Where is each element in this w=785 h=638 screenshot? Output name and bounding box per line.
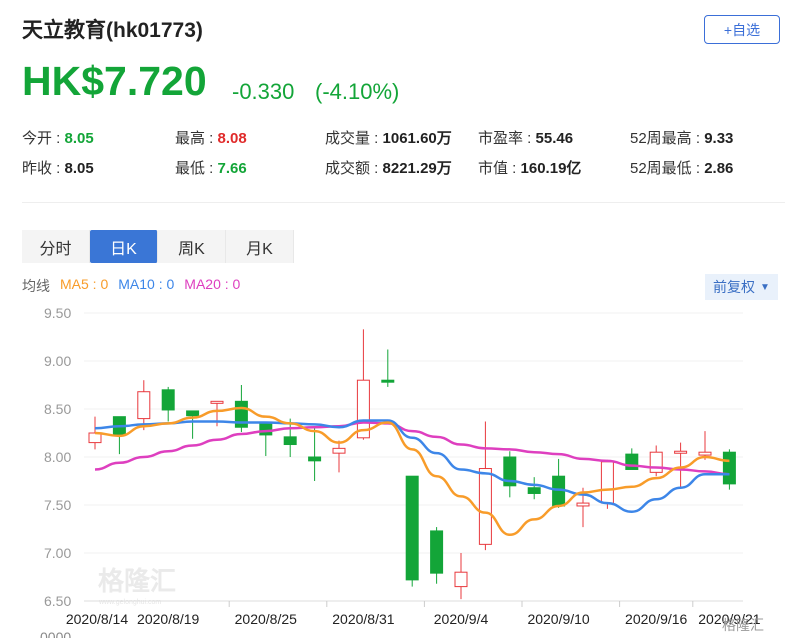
candle-body — [600, 461, 614, 504]
corner-logo: 格隆汇 — [722, 617, 764, 633]
y-tick-label: 6.50 — [44, 593, 71, 609]
candle-body — [698, 451, 712, 456]
y-tick-label: 7.50 — [44, 497, 71, 513]
candle-body — [576, 502, 590, 507]
x-tick-label: 2020/9/4 — [434, 611, 489, 627]
candle-body — [405, 475, 419, 581]
candle-body — [332, 447, 346, 454]
candle-body — [649, 451, 663, 473]
y-tick-label: 9.00 — [44, 353, 71, 369]
candle-body — [722, 451, 736, 485]
watermark-url: www.gelonghui.com — [98, 599, 161, 606]
kline-chart: 格隆汇 www.gelonghui.com 0000 9.50 9.00 8.50 8… — [40, 305, 764, 638]
volume-axis-label: 0000 — [40, 629, 71, 638]
candle-body — [454, 571, 468, 588]
candle-body — [137, 391, 151, 420]
candle-body — [161, 389, 175, 411]
candle-body — [625, 453, 639, 470]
candle-body — [259, 422, 273, 436]
x-tick-label: 2020/8/25 — [235, 611, 297, 627]
y-tick-label: 7.00 — [44, 545, 71, 561]
candle-body — [478, 468, 492, 545]
watermark: 格隆汇 — [98, 566, 176, 596]
candle-body — [381, 379, 395, 383]
x-tick-label: 2020/9/10 — [527, 611, 589, 627]
candle-body — [88, 432, 102, 444]
y-tick-label: 9.50 — [44, 305, 71, 321]
y-tick-label: 8.50 — [44, 401, 71, 417]
x-tick-label: 2020/8/19 — [137, 611, 199, 627]
candle-body — [283, 436, 297, 446]
candle-body — [308, 456, 322, 462]
candle-body — [527, 487, 541, 494]
x-tick-label: 2020/8/14 — [66, 611, 128, 627]
candle-body — [674, 450, 688, 454]
x-tick-label: 2020/8/31 — [332, 611, 394, 627]
candle-body — [430, 530, 444, 574]
y-tick-label: 8.00 — [44, 449, 71, 465]
candle-body — [210, 400, 224, 404]
candle-body — [186, 410, 200, 417]
x-tick-label: 2020/9/16 — [625, 611, 687, 627]
